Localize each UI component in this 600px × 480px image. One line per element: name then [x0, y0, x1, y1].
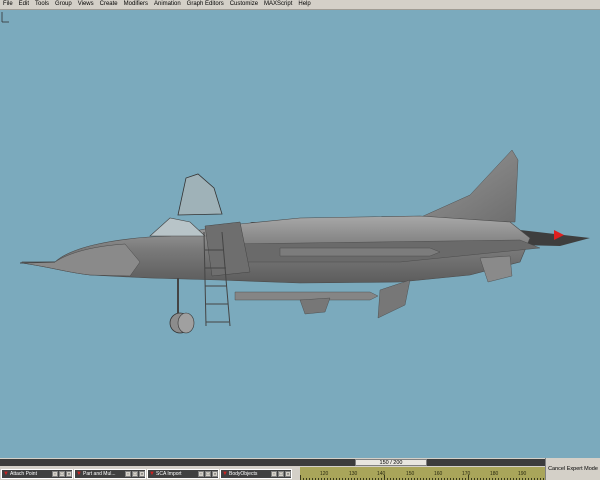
- cancel-expert-mode-button[interactable]: Cancel Expert Mode: [545, 458, 600, 480]
- time-slider-track-left[interactable]: [0, 459, 355, 466]
- maxscript-icon: ▼: [149, 470, 155, 477]
- ruler-label: 120: [320, 471, 329, 477]
- task-window-bodyobjects[interactable]: ▼ BodyObjects ▫ □ ×: [220, 468, 292, 479]
- close-icon[interactable]: ×: [212, 470, 218, 477]
- axis-tripod-icon: [1, 12, 9, 23]
- task-window-label: SCA Import: [156, 470, 182, 477]
- aircraft-model[interactable]: [0, 10, 600, 458]
- restore-icon[interactable]: ▫: [52, 470, 58, 477]
- track-bar[interactable]: 120 130 140 150 160 170 180 190: [300, 467, 545, 480]
- task-window-label: BodyObjects: [229, 470, 258, 477]
- ruler-label: 180: [490, 471, 499, 477]
- time-slider-row: 150 / 200: [0, 458, 545, 467]
- menu-graph-editors[interactable]: Graph Editors: [184, 0, 227, 9]
- frame-counter: 150 / 200: [379, 460, 403, 466]
- maximize-icon[interactable]: □: [59, 470, 65, 477]
- task-window-label: Part and Mul...: [83, 470, 116, 477]
- menu-customize[interactable]: Customize: [227, 0, 261, 9]
- menu-maxscript[interactable]: MAXScript: [261, 0, 295, 9]
- ruler-label: 150: [406, 471, 415, 477]
- close-icon[interactable]: ×: [139, 470, 145, 477]
- time-slider-thumb[interactable]: 150 / 200: [355, 459, 427, 466]
- ruler-label: 160: [434, 471, 443, 477]
- menu-views[interactable]: Views: [75, 0, 97, 9]
- maxscript-icon: ▼: [3, 470, 9, 477]
- maxscript-icon: ▼: [76, 470, 82, 477]
- maximize-icon[interactable]: □: [205, 470, 211, 477]
- ruler-label: 190: [518, 471, 527, 477]
- ruler-label: 170: [462, 471, 471, 477]
- time-slider-track-right[interactable]: [427, 459, 545, 466]
- task-window-label: Attach Point: [10, 470, 37, 477]
- menu-group[interactable]: Group: [52, 0, 75, 9]
- minimized-windows-bar: ▼ Attach Point ▫ □ × ▼ Part and Mul... ▫…: [0, 467, 300, 480]
- menu-modifiers[interactable]: Modifiers: [121, 0, 151, 9]
- maximize-icon[interactable]: □: [132, 470, 138, 477]
- menu-bar: File Edit Tools Group Views Create Modif…: [0, 0, 600, 10]
- menu-edit[interactable]: Edit: [16, 0, 32, 9]
- menu-help[interactable]: Help: [295, 0, 313, 9]
- menu-create[interactable]: Create: [97, 0, 121, 9]
- restore-icon[interactable]: ▫: [125, 470, 131, 477]
- menu-animation[interactable]: Animation: [151, 0, 184, 9]
- maximize-icon[interactable]: □: [278, 470, 284, 477]
- status-area: 150 / 200 ▼ Attach Point ▫ □ × ▼ Part an…: [0, 458, 600, 480]
- perspective-viewport[interactable]: [0, 10, 600, 458]
- task-window-attach-point[interactable]: ▼ Attach Point ▫ □ ×: [1, 468, 73, 479]
- menu-tools[interactable]: Tools: [32, 0, 52, 9]
- close-icon[interactable]: ×: [66, 470, 72, 477]
- restore-icon[interactable]: ▫: [198, 470, 204, 477]
- restore-icon[interactable]: ▫: [271, 470, 277, 477]
- ruler-tick: [300, 475, 301, 480]
- ruler-label: 130: [349, 471, 358, 477]
- ruler-tick: [384, 475, 385, 480]
- ruler-tick: [468, 475, 469, 480]
- close-icon[interactable]: ×: [285, 470, 291, 477]
- task-window-part-and-mul[interactable]: ▼ Part and Mul... ▫ □ ×: [74, 468, 146, 479]
- maxscript-icon: ▼: [222, 470, 228, 477]
- task-window-sca-import[interactable]: ▼ SCA Import ▫ □ ×: [147, 468, 219, 479]
- menu-file[interactable]: File: [0, 0, 16, 9]
